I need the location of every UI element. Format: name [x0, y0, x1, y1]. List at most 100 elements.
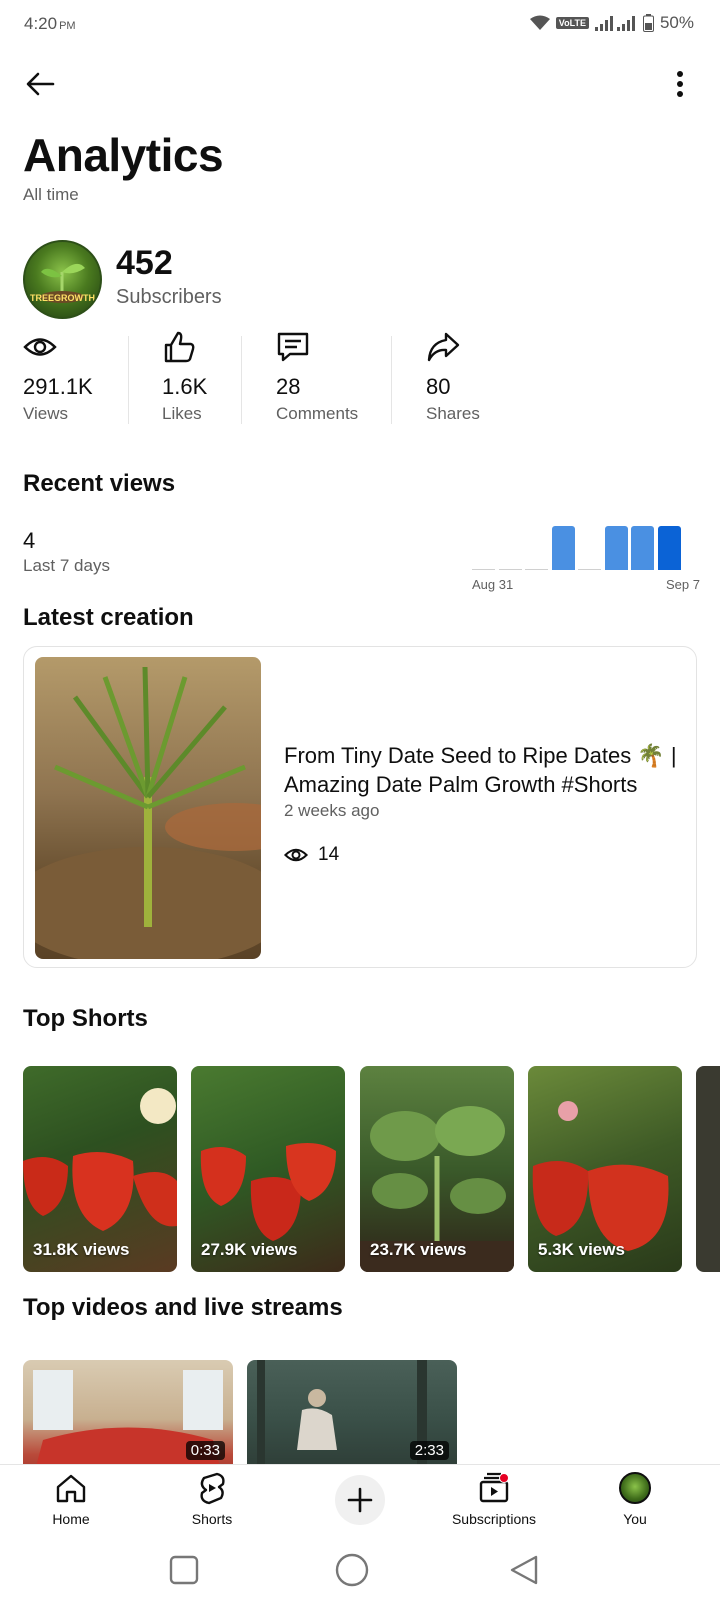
- latest-video-title[interactable]: From Tiny Date Seed to Ripe Dates 🌴 | Am…: [284, 741, 684, 799]
- create-button[interactable]: [335, 1475, 385, 1525]
- chart-bar: [551, 526, 575, 570]
- short-card[interactable]: 27.9K views: [191, 1066, 345, 1272]
- chart-bar-empty: [498, 569, 522, 570]
- battery-icon: [642, 14, 654, 32]
- eye-icon: [23, 338, 57, 356]
- recent-views-chart[interactable]: Aug 31 Sep 7: [470, 510, 700, 596]
- chart-bar-empty: [472, 569, 495, 570]
- stat-shares[interactable]: 80 Shares: [426, 330, 506, 424]
- top-bar: [0, 58, 720, 106]
- chart-bar: [604, 526, 628, 570]
- signal-icon: [594, 16, 635, 31]
- nav-label: Shorts: [191, 1511, 233, 1527]
- short-card[interactable]: 5.3K views: [528, 1066, 682, 1272]
- chart-bar-empty: [525, 569, 548, 570]
- share-icon: [427, 332, 460, 362]
- video-card[interactable]: 0:33: [23, 1360, 233, 1464]
- short-card[interactable]: 23.7K views: [360, 1066, 514, 1272]
- chart-tick-label: Sep 7: [666, 577, 700, 592]
- nav-shorts[interactable]: Shorts: [157, 1471, 267, 1533]
- stats-row: 291.1K Views 1.6K Likes 28 Comments 80 S…: [0, 330, 720, 430]
- page-title: Analytics: [23, 129, 224, 181]
- battery-percent: 50%: [659, 13, 694, 32]
- short-views: 5.3K views: [538, 1240, 625, 1259]
- channel-summary: TREEGROWTH 452 Subscribers: [23, 240, 623, 320]
- chart-bar: [631, 526, 654, 570]
- subscriber-label: Subscribers: [116, 286, 222, 308]
- short-views: 31.8K views: [33, 1240, 130, 1259]
- recents-button[interactable]: [164, 1550, 204, 1590]
- arrow-left-icon: [26, 72, 55, 96]
- chart-bar: [657, 526, 681, 570]
- video-duration: 0:33: [185, 1441, 225, 1460]
- recent-views-title: Recent views: [23, 470, 176, 497]
- triangle-back-icon: [510, 1555, 538, 1585]
- latest-video-thumbnail[interactable]: [35, 657, 261, 959]
- recent-views-period: Last 7 days: [23, 556, 110, 575]
- eye-icon: [284, 848, 308, 862]
- nav-label: Subscriptions: [451, 1511, 537, 1527]
- latest-views-count: 14: [318, 844, 340, 865]
- short-views: 27.9K views: [201, 1240, 298, 1259]
- divider: [241, 336, 242, 424]
- stat-likes[interactable]: 1.6K Likes: [162, 330, 232, 424]
- recent-views-value: 4: [23, 528, 36, 553]
- top-shorts-title: Top Shorts: [23, 1005, 148, 1032]
- thumbs-up-icon: [164, 331, 195, 363]
- stat-comments[interactable]: 28 Comments: [276, 330, 376, 424]
- video-card[interactable]: 2:33: [247, 1360, 457, 1464]
- notification-dot: [499, 1473, 509, 1483]
- stat-views[interactable]: 291.1K Views: [23, 330, 123, 424]
- latest-video-views: 14: [284, 843, 339, 867]
- bottom-navigation: Home Shorts Subscriptions You: [0, 1464, 720, 1536]
- nav-home[interactable]: Home: [16, 1471, 126, 1533]
- page-subtitle: All time: [23, 185, 79, 204]
- latest-creation-card[interactable]: From Tiny Date Seed to Ripe Dates 🌴 | Am…: [23, 646, 697, 968]
- status-icons: VoLTE 50%: [529, 13, 694, 33]
- top-shorts-row[interactable]: 31.8K views 27.9K views 23.7K views 5.3K…: [23, 1066, 720, 1273]
- avatar-text: TREEGROWTH: [30, 293, 95, 303]
- nav-label: You: [623, 1511, 647, 1527]
- stat-label: Comments: [276, 404, 359, 423]
- plus-icon: [347, 1487, 373, 1513]
- video-duration: 2:33: [409, 1441, 449, 1460]
- more-vert-icon: [677, 71, 683, 97]
- sprout-logo-icon: [40, 263, 85, 303]
- avatar: [619, 1472, 651, 1504]
- short-card-partial[interactable]: [696, 1066, 720, 1272]
- nav-label: Home: [52, 1511, 90, 1527]
- status-ampm: PM: [59, 20, 76, 32]
- nav-subscriptions[interactable]: Subscriptions: [439, 1471, 549, 1533]
- stat-label: Likes: [162, 404, 202, 423]
- stat-label: Views: [23, 404, 69, 423]
- top-videos-title: Top videos and live streams: [23, 1294, 343, 1321]
- palm-seedling-image: [35, 666, 261, 959]
- status-time: 4:20 PM: [24, 14, 76, 34]
- divider: [391, 336, 392, 424]
- stat-value: 291.1K: [23, 374, 93, 399]
- wifi-icon: [529, 15, 550, 30]
- stat-value: 1.6K: [162, 374, 208, 399]
- home-system-button[interactable]: [332, 1550, 372, 1590]
- back-button[interactable]: [18, 62, 62, 106]
- comment-icon: [277, 332, 309, 362]
- volte-badge: VoLTE: [555, 17, 589, 29]
- back-system-button[interactable]: [504, 1550, 544, 1590]
- divider: [128, 336, 129, 424]
- short-views: 23.7K views: [370, 1240, 467, 1259]
- system-navigation: [0, 1536, 720, 1600]
- stat-value: 80: [426, 374, 451, 399]
- top-videos-row[interactable]: 0:33 2:33: [23, 1360, 720, 1464]
- status-bar: 4:20 PM VoLTE 50%: [0, 0, 720, 48]
- short-card[interactable]: 31.8K views: [23, 1066, 177, 1272]
- stat-value: 28: [276, 374, 301, 399]
- latest-video-age: 2 weeks ago: [284, 801, 380, 820]
- channel-avatar[interactable]: TREEGROWTH: [23, 240, 102, 319]
- more-options-button[interactable]: [658, 62, 702, 106]
- shorts-icon: [200, 1472, 225, 1505]
- subscriber-count: 452: [116, 244, 173, 282]
- stat-label: Shares: [426, 404, 480, 423]
- square-icon: [169, 1555, 199, 1585]
- nav-you[interactable]: You: [580, 1471, 690, 1533]
- circle-icon: [335, 1553, 369, 1587]
